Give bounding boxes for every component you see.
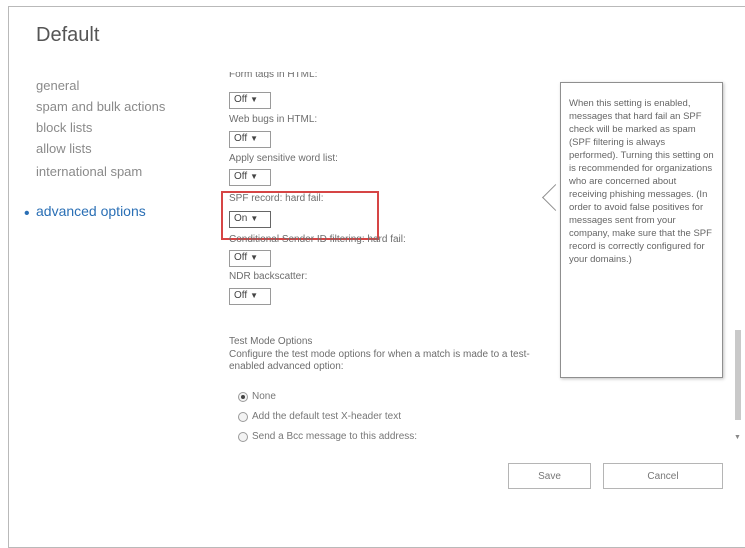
form-tags-select[interactable]: Off ▼ — [229, 92, 271, 109]
web-bugs-value: Off — [234, 133, 248, 144]
test-mode-title: Test Mode Options — [229, 336, 313, 347]
scrollbar-thumb[interactable] — [735, 330, 741, 420]
test-mode-description: Configure the test mode options for when… — [229, 349, 530, 372]
dropdown-arrow-icon: ▼ — [250, 291, 259, 300]
sensitive-word-select[interactable]: Off ▼ — [229, 169, 271, 186]
scrollbar[interactable]: ▼ — [734, 330, 741, 450]
dropdown-arrow-icon: ▼ — [250, 134, 259, 143]
nav-item-advanced-options[interactable]: advanced options — [36, 203, 146, 219]
dropdown-arrow-icon: ▼ — [250, 253, 259, 262]
dropdown-arrow-icon: ▼ — [250, 95, 259, 104]
web-bugs-select[interactable]: Off ▼ — [229, 131, 271, 148]
active-bullet-icon: • — [24, 205, 30, 222]
sender-id-select[interactable]: Off ▼ — [229, 250, 271, 267]
nav-item-general[interactable]: general — [36, 78, 79, 93]
sender-id-value: Off — [234, 252, 248, 263]
nav-item-allow-lists[interactable]: allow lists — [36, 141, 92, 156]
sensitive-word-label: Apply sensitive word list: — [229, 153, 338, 164]
nav-item-international-spam[interactable]: international spam — [36, 164, 142, 179]
dropdown-arrow-icon: ▼ — [250, 172, 259, 181]
radio-send-bcc-label: Send a Bcc message to this address: — [252, 431, 418, 442]
sensitive-word-value: Off — [234, 171, 248, 182]
radio-add-xheader-label: Add the default test X-header text — [252, 411, 401, 422]
spf-highlight-box — [221, 191, 379, 240]
form-tags-label: Form tags in HTML: — [229, 72, 318, 78]
help-tooltip: When this setting is enabled, messages t… — [560, 82, 723, 378]
nav-item-block-lists[interactable]: block lists — [36, 120, 92, 135]
radio-unselected-icon — [238, 411, 248, 422]
radio-add-xheader[interactable]: Add the default test X-header text — [238, 411, 401, 422]
radio-selected-icon — [238, 391, 248, 402]
sender-id-label: Conditional Sender ID filtering: hard fa… — [229, 234, 406, 245]
web-bugs-label: Web bugs in HTML: — [229, 114, 318, 125]
radio-unselected-icon — [238, 431, 248, 442]
ndr-backscatter-select[interactable]: Off ▼ — [229, 288, 271, 305]
ndr-backscatter-label: NDR backscatter: — [229, 271, 308, 282]
radio-none[interactable]: None — [238, 391, 276, 402]
ndr-backscatter-value: Off — [234, 290, 248, 301]
save-button[interactable]: Save — [508, 463, 591, 489]
nav-item-spam-and-bulk-actions[interactable]: spam and bulk actions — [36, 99, 165, 114]
scroll-down-arrow-icon[interactable]: ▼ — [734, 434, 741, 441]
form-tags-value: Off — [234, 94, 248, 105]
radio-none-label: None — [252, 391, 276, 402]
cancel-button[interactable]: Cancel — [603, 463, 723, 489]
radio-send-bcc[interactable]: Send a Bcc message to this address: — [238, 431, 417, 442]
page-title: Default — [36, 24, 100, 46]
